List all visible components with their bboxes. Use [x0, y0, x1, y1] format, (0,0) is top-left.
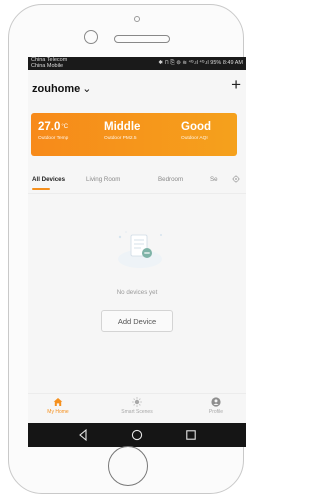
physical-home-button[interactable] — [108, 446, 148, 486]
weather-card[interactable]: 27.0°C Outdoor Temp Middle Outdoor PM2.5… — [31, 113, 237, 156]
gear-icon[interactable] — [232, 175, 240, 183]
add-button[interactable]: + — [231, 76, 241, 93]
carrier-info: China Telecom China Mobile — [31, 57, 67, 69]
tab-all-devices[interactable]: All Devices — [32, 176, 65, 183]
bottom-navigation: My Home Smart Scenes Profile — [28, 393, 246, 423]
profile-icon — [211, 397, 221, 407]
chevron-down-icon: ⌄ — [82, 83, 92, 95]
pm25-value: Middle — [104, 121, 141, 133]
tab-living-room[interactable]: Living Room — [86, 176, 120, 183]
aqi-label: Outdoor AQI — [181, 136, 208, 141]
nav-my-home[interactable]: My Home — [28, 397, 88, 415]
nav-label-scenes: Smart Scenes — [121, 409, 153, 415]
sun-icon — [132, 397, 142, 407]
proximity-sensor — [134, 16, 140, 22]
earpiece-speaker — [114, 35, 170, 43]
back-icon[interactable] — [76, 428, 90, 442]
home-circle-icon[interactable] — [130, 428, 144, 442]
pm25-label: Outdoor PM2.5 — [104, 136, 137, 141]
empty-message: No devices yet — [116, 289, 158, 296]
outdoor-aqi: Good Outdoor AQI — [181, 121, 211, 141]
home-icon — [53, 398, 63, 406]
temp-label: Outdoor Temp — [38, 136, 69, 141]
empty-devices-illustration — [118, 231, 162, 268]
outdoor-pm25: Middle Outdoor PM2.5 — [104, 121, 140, 141]
home-name: zouhome — [32, 83, 81, 95]
tab-truncated[interactable]: Se — [210, 176, 218, 183]
nav-label-profile: Profile — [208, 409, 224, 415]
nav-profile[interactable]: Profile — [186, 397, 246, 415]
room-tabs: All Devices Living Room Bedroom Se — [28, 172, 246, 192]
nav-label-home: My Home — [47, 409, 69, 415]
status-time: 8:49 AM — [222, 60, 243, 66]
status-bar: China Telecom China Mobile ✱ ⊓ ⎘ ⊚ ≋ ⁴ᴳ.… — [28, 57, 246, 70]
phone-frame: China Telecom China Mobile ✱ ⊓ ⎘ ⊚ ≋ ⁴ᴳ.… — [0, 0, 250, 498]
active-tab-indicator — [32, 188, 50, 190]
temp-value: 27.0 — [38, 121, 61, 133]
add-device-button[interactable]: Add Device — [101, 310, 173, 332]
app-screen: China Telecom China Mobile ✱ ⊓ ⎘ ⊚ ≋ ⁴ᴳ.… — [28, 57, 246, 423]
carrier-line-2: China Mobile — [31, 62, 64, 69]
app-header: zouhome ⌄ + — [28, 70, 246, 108]
temp-unit: °C — [61, 124, 69, 130]
home-selector[interactable]: zouhome ⌄ — [32, 82, 92, 95]
nav-smart-scenes[interactable]: Smart Scenes — [107, 397, 167, 415]
android-navigation-bar — [28, 423, 246, 447]
tab-bedroom[interactable]: Bedroom — [158, 176, 183, 183]
front-camera — [84, 30, 98, 44]
outdoor-temp: 27.0°C Outdoor Temp — [38, 121, 68, 141]
recents-icon[interactable] — [184, 428, 198, 442]
system-icons: ✱ ⊓ ⎘ ⊚ ≋ ⁴ᴳ.ıl ⁴ᴳ.ıl 95% — [158, 60, 222, 66]
tabs-divider — [28, 193, 246, 194]
status-indicators: ✱ ⊓ ⎘ ⊚ ≋ ⁴ᴳ.ıl ⁴ᴳ.ıl 95% 8:49 AM — [158, 60, 243, 67]
aqi-value: Good — [181, 121, 212, 133]
